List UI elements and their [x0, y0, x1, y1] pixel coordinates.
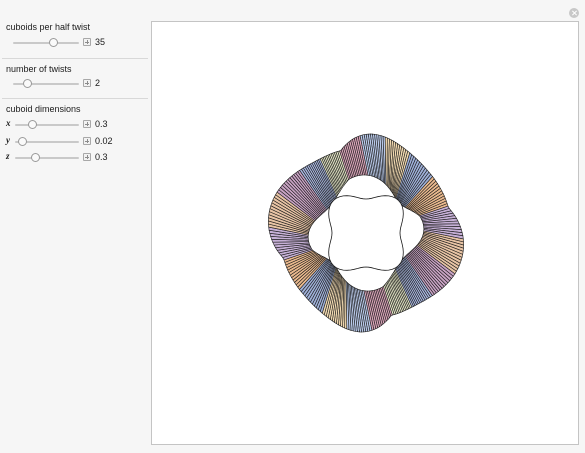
- number-of-twists-row: 2: [0, 78, 150, 90]
- plus-icon[interactable]: [83, 137, 91, 145]
- plus-icon[interactable]: [83, 38, 91, 46]
- z-dimension-value: 0.3: [95, 152, 108, 162]
- cuboids-per-half-twist-value: 35: [95, 37, 106, 47]
- cuboids-per-half-twist-slider[interactable]: [13, 42, 79, 44]
- plus-icon[interactable]: [83, 79, 91, 87]
- cuboids-per-half-twist-label: cuboids per half twist: [6, 22, 91, 32]
- z-dimension-slider[interactable]: [15, 157, 79, 159]
- twisted-cuboid-band[interactable]: [152, 22, 578, 444]
- divider: [2, 58, 148, 59]
- close-icon[interactable]: [569, 8, 579, 18]
- cuboid-dimensions-label: cuboid dimensions: [6, 104, 81, 114]
- cuboid-band-group: [268, 133, 464, 333]
- z-dimension-thumb[interactable]: [31, 153, 40, 162]
- control-panel: cuboids per half twist 35 number of twis…: [0, 0, 150, 453]
- x-dimension-thumb[interactable]: [28, 120, 37, 129]
- cuboids-per-half-twist-row: 35: [0, 37, 150, 49]
- z-variable-label: z: [6, 151, 10, 161]
- number-of-twists-thumb[interactable]: [23, 79, 32, 88]
- number-of-twists-value: 2: [95, 78, 101, 88]
- cuboids-per-half-twist-thumb[interactable]: [49, 38, 58, 47]
- number-of-twists-label: number of twists: [6, 64, 72, 74]
- plus-icon[interactable]: [83, 153, 91, 161]
- y-dimension-value: 0.02: [95, 136, 113, 146]
- y-dimension-thumb[interactable]: [18, 137, 27, 146]
- plus-icon[interactable]: [83, 120, 91, 128]
- divider: [2, 98, 148, 99]
- y-variable-label: y: [6, 135, 10, 145]
- band-inner-hole: [328, 195, 404, 271]
- x-dimension-row: x 0.3: [0, 118, 150, 131]
- x-dimension-slider[interactable]: [15, 124, 79, 126]
- z-dimension-row: z 0.3: [0, 151, 150, 164]
- y-dimension-row: y 0.02: [0, 135, 150, 148]
- graphics-canvas[interactable]: [151, 21, 579, 445]
- x-dimension-value: 0.3: [95, 119, 108, 129]
- x-variable-label: x: [6, 118, 11, 128]
